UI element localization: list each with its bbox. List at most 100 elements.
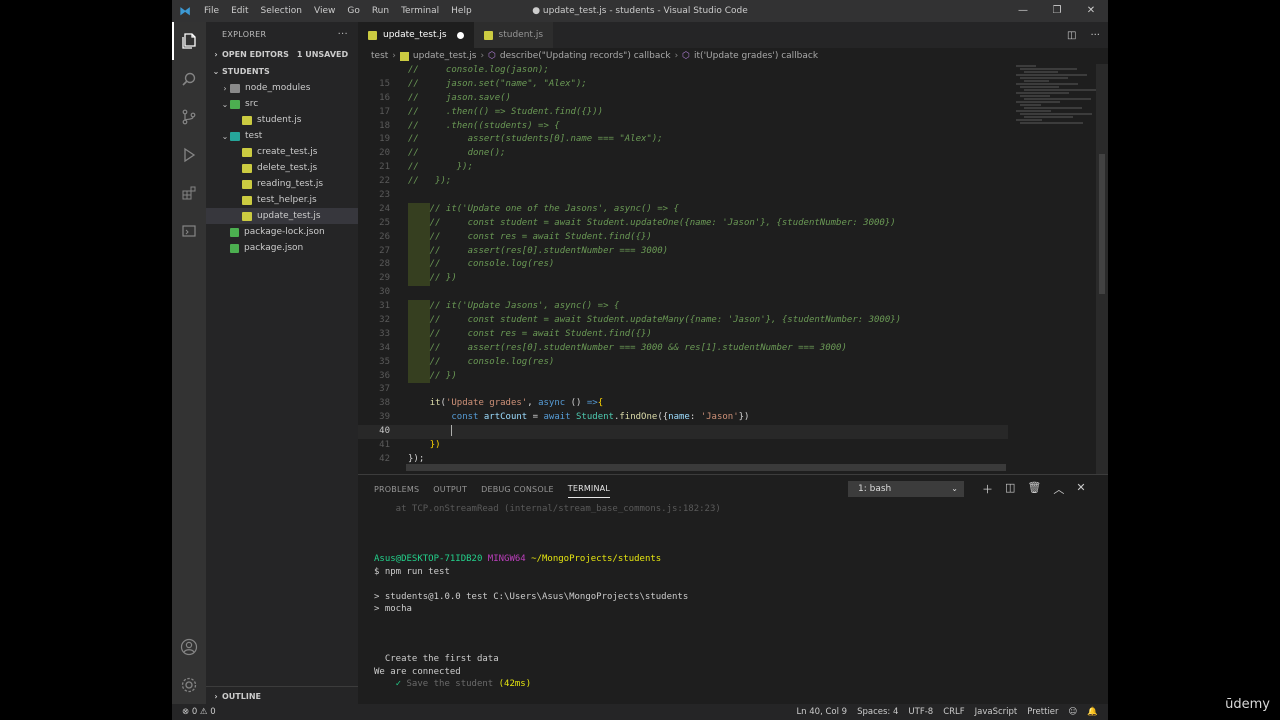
tab-student[interactable]: student.js: [473, 22, 554, 48]
settings-gear-icon[interactable]: [172, 666, 206, 704]
minimap[interactable]: [1008, 64, 1100, 474]
code-line[interactable]: 17 // .then(() => Student.find({})): [358, 106, 1008, 120]
more-actions-icon[interactable]: ···: [338, 29, 348, 40]
run-debug-icon[interactable]: [172, 136, 206, 174]
tree-item-node-modules[interactable]: › node_modules: [206, 80, 358, 96]
code-line[interactable]: 27 // assert(res[0].studentNumber === 30…: [358, 244, 1008, 259]
tree-item-label: reading_test.js: [257, 179, 324, 189]
notifications-icon[interactable]: 🔔: [1087, 707, 1098, 717]
outline-section[interactable]: › OUTLINE: [206, 686, 358, 704]
scrollbar-thumb[interactable]: [1099, 154, 1105, 294]
extensions-icon[interactable]: [172, 174, 206, 212]
code-line[interactable]: 34 // assert(res[0].studentNumber === 30…: [358, 341, 1008, 356]
test-file-icon: [230, 131, 240, 141]
tree-item-test-helper-js[interactable]: test_helper.js: [206, 192, 358, 208]
editor-scrollbar[interactable]: [1096, 64, 1108, 474]
tab-terminal[interactable]: TERMINAL: [567, 480, 611, 498]
line-number: 38: [379, 398, 390, 409]
menu-go[interactable]: Go: [341, 0, 365, 22]
explorer-icon[interactable]: [172, 22, 206, 60]
split-editor-icon[interactable]: ◫: [1067, 30, 1076, 41]
code-line[interactable]: 29 // }): [358, 272, 1008, 287]
code-line[interactable]: 23: [358, 189, 1008, 203]
tree-item-package-json[interactable]: package.json: [206, 240, 358, 256]
trash-icon[interactable]: 🗑: [1027, 481, 1041, 497]
tab-output[interactable]: OUTPUT: [433, 481, 467, 498]
code-line[interactable]: 20 // done();: [358, 147, 1008, 161]
tree-item-package-lock-json[interactable]: package-lock.json: [206, 224, 358, 240]
split-terminal-icon[interactable]: ◫: [1005, 481, 1015, 497]
code-line[interactable]: 19 // assert(students[0].name === "Alex")…: [358, 133, 1008, 147]
tab-update-test[interactable]: update_test.js: [358, 22, 474, 48]
menu-selection[interactable]: Selection: [255, 0, 308, 22]
menu-edit[interactable]: Edit: [225, 0, 254, 22]
project-section[interactable]: ⌄ STUDENTS: [206, 63, 358, 80]
breadcrumb-file[interactable]: update_test.js: [413, 51, 477, 61]
code-line[interactable]: 33 // const res = await Student.find({}): [358, 327, 1008, 342]
code-line[interactable]: 31 // it('Update Jasons', async() => {: [358, 300, 1008, 315]
cursor-position[interactable]: Ln 40, Col 9: [796, 707, 847, 717]
code-line[interactable]: 39 const artCount = await Student.findOn…: [358, 411, 1008, 425]
open-editors-section[interactable]: › OPEN EDITORS 1 UNSAVED: [206, 46, 358, 63]
minimize-icon[interactable]: —: [1006, 0, 1040, 22]
new-terminal-icon[interactable]: ＋: [982, 481, 993, 497]
close-icon[interactable]: ✕: [1074, 0, 1108, 22]
code-line[interactable]: 32 // const student = await Student.upda…: [358, 314, 1008, 328]
formatter[interactable]: Prettier: [1027, 707, 1058, 717]
tree-item-src[interactable]: ⌄ src: [206, 96, 358, 112]
code-line[interactable]: 21 // });: [358, 161, 1008, 175]
menu-help[interactable]: Help: [445, 0, 478, 22]
menu-terminal[interactable]: Terminal: [395, 0, 445, 22]
code-line[interactable]: 24 // it('Update one of the Jasons', asy…: [358, 202, 1008, 217]
code-line[interactable]: 37: [358, 383, 1008, 397]
tree-item-create-test-js[interactable]: create_test.js: [206, 144, 358, 160]
unsaved-dot-icon[interactable]: [456, 31, 464, 39]
search-icon[interactable]: [172, 60, 206, 98]
language-mode[interactable]: JavaScript: [975, 707, 1018, 717]
tab-problems[interactable]: PROBLEMS: [374, 481, 419, 498]
terminal-output[interactable]: at TCP.onStreamRead (internal/stream_bas…: [374, 503, 1094, 703]
tree-item-test[interactable]: ⌄ test: [206, 128, 358, 144]
tree-item-reading-test-js[interactable]: reading_test.js: [206, 176, 358, 192]
code-line[interactable]: 40: [358, 425, 1008, 440]
breadcrumb-folder[interactable]: test: [371, 51, 388, 61]
code-line[interactable]: 22 // });: [358, 175, 1008, 189]
code-line[interactable]: 30: [358, 286, 1008, 300]
code-line[interactable]: 15 // jason.set("name", "Alex");: [358, 78, 1008, 92]
end-of-line[interactable]: CRLF: [943, 707, 964, 717]
close-panel-icon[interactable]: ✕: [1076, 481, 1085, 497]
tree-item-delete-test-js[interactable]: delete_test.js: [206, 160, 358, 176]
more-actions-icon[interactable]: ···: [1090, 30, 1100, 41]
breadcrumb-scope[interactable]: describe("Updating records") callback: [500, 51, 671, 61]
terminal-select[interactable]: 1: bash ⌄: [848, 481, 964, 497]
code-line[interactable]: 38 it('Update grades', async () =>{: [358, 397, 1008, 411]
tree-item-update-test-js[interactable]: update_test.js: [206, 208, 358, 224]
tree-item-student-js[interactable]: student.js: [206, 112, 358, 128]
account-icon[interactable]: [172, 628, 206, 666]
menu-view[interactable]: View: [308, 0, 341, 22]
code-editor[interactable]: // console.log(jason); 15 // jason.set("na…: [358, 64, 1008, 474]
code-line[interactable]: 28 // console.log(res): [358, 258, 1008, 273]
feedback-icon[interactable]: ☺: [1069, 707, 1078, 717]
encoding[interactable]: UTF-8: [908, 707, 933, 717]
code-line[interactable]: 41 }): [358, 439, 1008, 453]
remote-explorer-icon[interactable]: [172, 212, 206, 250]
code-token: ,: [527, 398, 539, 409]
code-line[interactable]: // console.log(jason);: [358, 64, 1008, 78]
menu-file[interactable]: File: [198, 0, 225, 22]
code-line[interactable]: 26 // const res = await Student.find({}): [358, 230, 1008, 245]
menu-run[interactable]: Run: [366, 0, 395, 22]
code-line[interactable]: 35 // console.log(res): [358, 355, 1008, 370]
restore-icon[interactable]: ❐: [1040, 0, 1074, 22]
indentation[interactable]: Spaces: 4: [857, 707, 898, 717]
code-line[interactable]: 36 // }): [358, 369, 1008, 384]
maximize-panel-icon[interactable]: ︿: [1053, 481, 1064, 497]
code-line[interactable]: 16 // jason.save(): [358, 92, 1008, 106]
problems-status[interactable]: ⊗ 0 ⚠ 0: [172, 707, 216, 717]
code-line[interactable]: 18 // .then((students) => {: [358, 120, 1008, 134]
tab-debug-console[interactable]: DEBUG CONSOLE: [481, 481, 554, 498]
breadcrumb-scope[interactable]: it('Update grades') callback: [694, 51, 818, 61]
source-control-icon[interactable]: [172, 98, 206, 136]
code-line[interactable]: 25 // const student = await Student.upda…: [358, 216, 1008, 231]
horizontal-scrollbar[interactable]: [406, 464, 1006, 471]
